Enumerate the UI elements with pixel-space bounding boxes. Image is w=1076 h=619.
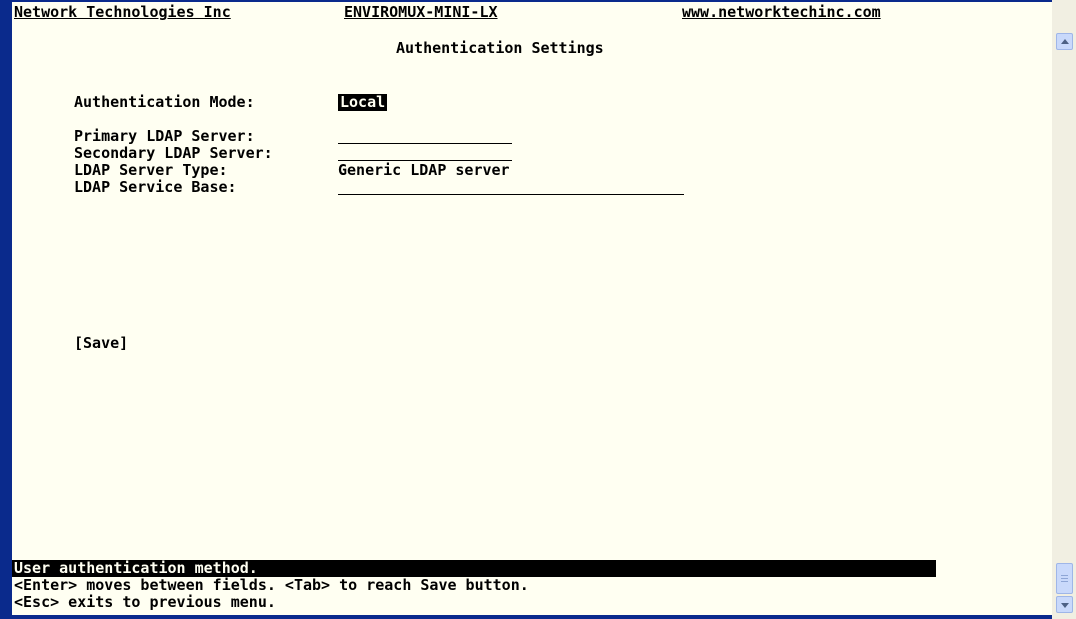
service-base-input[interactable] — [338, 194, 684, 195]
chevron-down-icon — [1061, 603, 1069, 608]
server-type-label: LDAP Server Type: — [74, 161, 228, 179]
auth-mode-select[interactable]: Local — [338, 94, 388, 111]
help-line-2: <Esc> exits to previous menu. — [14, 593, 276, 611]
save-button[interactable]: [Save] — [74, 335, 128, 352]
scroll-thumb[interactable] — [1056, 563, 1073, 594]
status-bar: User authentication method. — [12, 560, 936, 577]
secondary-ldap-label: Secondary LDAP Server: — [74, 144, 273, 162]
vertical-scrollbar[interactable] — [1052, 0, 1076, 619]
header-product: ENVIROMUX-MINI-LX — [344, 3, 498, 21]
grip-line — [1061, 581, 1068, 582]
terminal-screen: Network Technologies Inc ENVIROMUX-MINI-… — [12, 2, 1052, 615]
scroll-up-button[interactable] — [1056, 33, 1073, 50]
header-website: www.networktechinc.com — [682, 3, 881, 21]
header-company: Network Technologies Inc — [14, 3, 231, 21]
primary-ldap-label: Primary LDAP Server: — [74, 127, 255, 145]
status-text: User authentication method. — [14, 559, 258, 577]
service-base-label: LDAP Service Base: — [74, 178, 237, 196]
help-line-1: <Enter> moves between fields. <Tab> to r… — [14, 576, 529, 594]
grip-line — [1061, 575, 1068, 576]
page-title: Authentication Settings — [396, 39, 604, 57]
primary-ldap-input[interactable] — [338, 143, 512, 144]
scroll-down-button[interactable] — [1056, 596, 1073, 613]
grip-line — [1061, 578, 1068, 579]
chevron-up-icon — [1061, 39, 1069, 44]
server-type-select[interactable]: Generic LDAP server — [338, 162, 510, 179]
auth-mode-label: Authentication Mode: — [74, 93, 255, 111]
